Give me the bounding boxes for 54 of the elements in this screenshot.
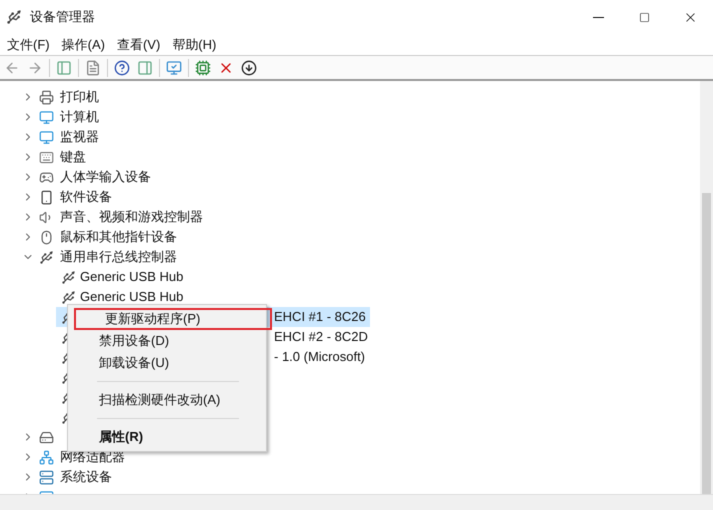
- back-icon: [4, 60, 20, 76]
- tree-row[interactable]: Generic USB Hub: [56, 267, 188, 287]
- properties-icon: [85, 60, 101, 76]
- forward-icon: [27, 60, 43, 76]
- tree-item: EHCI #1 - 8C26: [274, 308, 366, 326]
- tree-item[interactable]: 人体学输入设备: [60, 167, 151, 187]
- drive-icon: [39, 430, 54, 444]
- server-icon: [39, 470, 54, 484]
- action-pane-icon: [137, 60, 153, 76]
- tree-item: Generic USB Hub: [80, 288, 184, 306]
- monitor-icon: [39, 110, 54, 124]
- update-driver-icon: [195, 60, 211, 76]
- device-icon: [39, 190, 54, 204]
- maximize-icon: [638, 12, 650, 22]
- context-menu-item[interactable]: 更新驱动程序(P): [74, 308, 272, 330]
- tree-item[interactable]: 打印机: [60, 87, 99, 107]
- window-title: 设备管理器: [30, 8, 95, 26]
- tree-row[interactable]: Generic USB Hub: [56, 287, 188, 307]
- context-menu-item[interactable]: 禁用设备(D): [68, 330, 266, 352]
- tree-item[interactable]: 键盘: [60, 147, 86, 167]
- network-icon: [39, 450, 54, 464]
- printer-icon: [39, 90, 54, 104]
- usb-icon: [61, 270, 76, 284]
- keyboard-icon: [39, 150, 54, 164]
- help-icon: [114, 60, 130, 76]
- context-menu-item[interactable]: 属性(R): [68, 426, 266, 448]
- menu-item[interactable]: 查看(V): [112, 34, 166, 54]
- usb-icon: [61, 290, 76, 304]
- console-tree-icon: [56, 60, 72, 76]
- gamepad-icon: [39, 170, 54, 184]
- tree-item[interactable]: 通用串行总线控制器: [60, 247, 177, 267]
- mouse-icon: [39, 230, 54, 244]
- disable-icon: [241, 60, 257, 76]
- scan-hardware-icon: [166, 60, 182, 76]
- tree-item: EHCI #2 - 8C2D: [274, 328, 368, 346]
- scrollbar-thumb[interactable]: [702, 193, 711, 494]
- app-icon: [6, 9, 22, 25]
- tree-item[interactable]: 声音、视频和游戏控制器: [60, 207, 203, 227]
- scrollbar[interactable]: [700, 81, 713, 494]
- tree-item: Generic USB Hub: [80, 268, 184, 286]
- menu-item[interactable]: 操作(A): [56, 34, 110, 54]
- minimize-icon: [592, 16, 604, 18]
- context-menu-item[interactable]: 卸载设备(U): [68, 352, 266, 374]
- monitor-icon: [39, 130, 54, 144]
- tree-item[interactable]: 系统设备: [60, 467, 112, 487]
- menu-item[interactable]: 帮助(H): [167, 34, 222, 54]
- usb-icon: [39, 250, 54, 264]
- tree-item: - 1.0 (Microsoft): [274, 348, 366, 366]
- tree-item[interactable]: 计算机: [60, 107, 99, 127]
- tree-item[interactable]: 鼠标和其他指针设备: [60, 227, 177, 247]
- menu-item[interactable]: 文件(F): [2, 34, 55, 54]
- tree-item[interactable]: 软件设备: [60, 187, 112, 207]
- tree-item[interactable]: 监视器: [60, 127, 99, 147]
- context-menu-item[interactable]: 扫描检测硬件改动(A): [68, 389, 266, 411]
